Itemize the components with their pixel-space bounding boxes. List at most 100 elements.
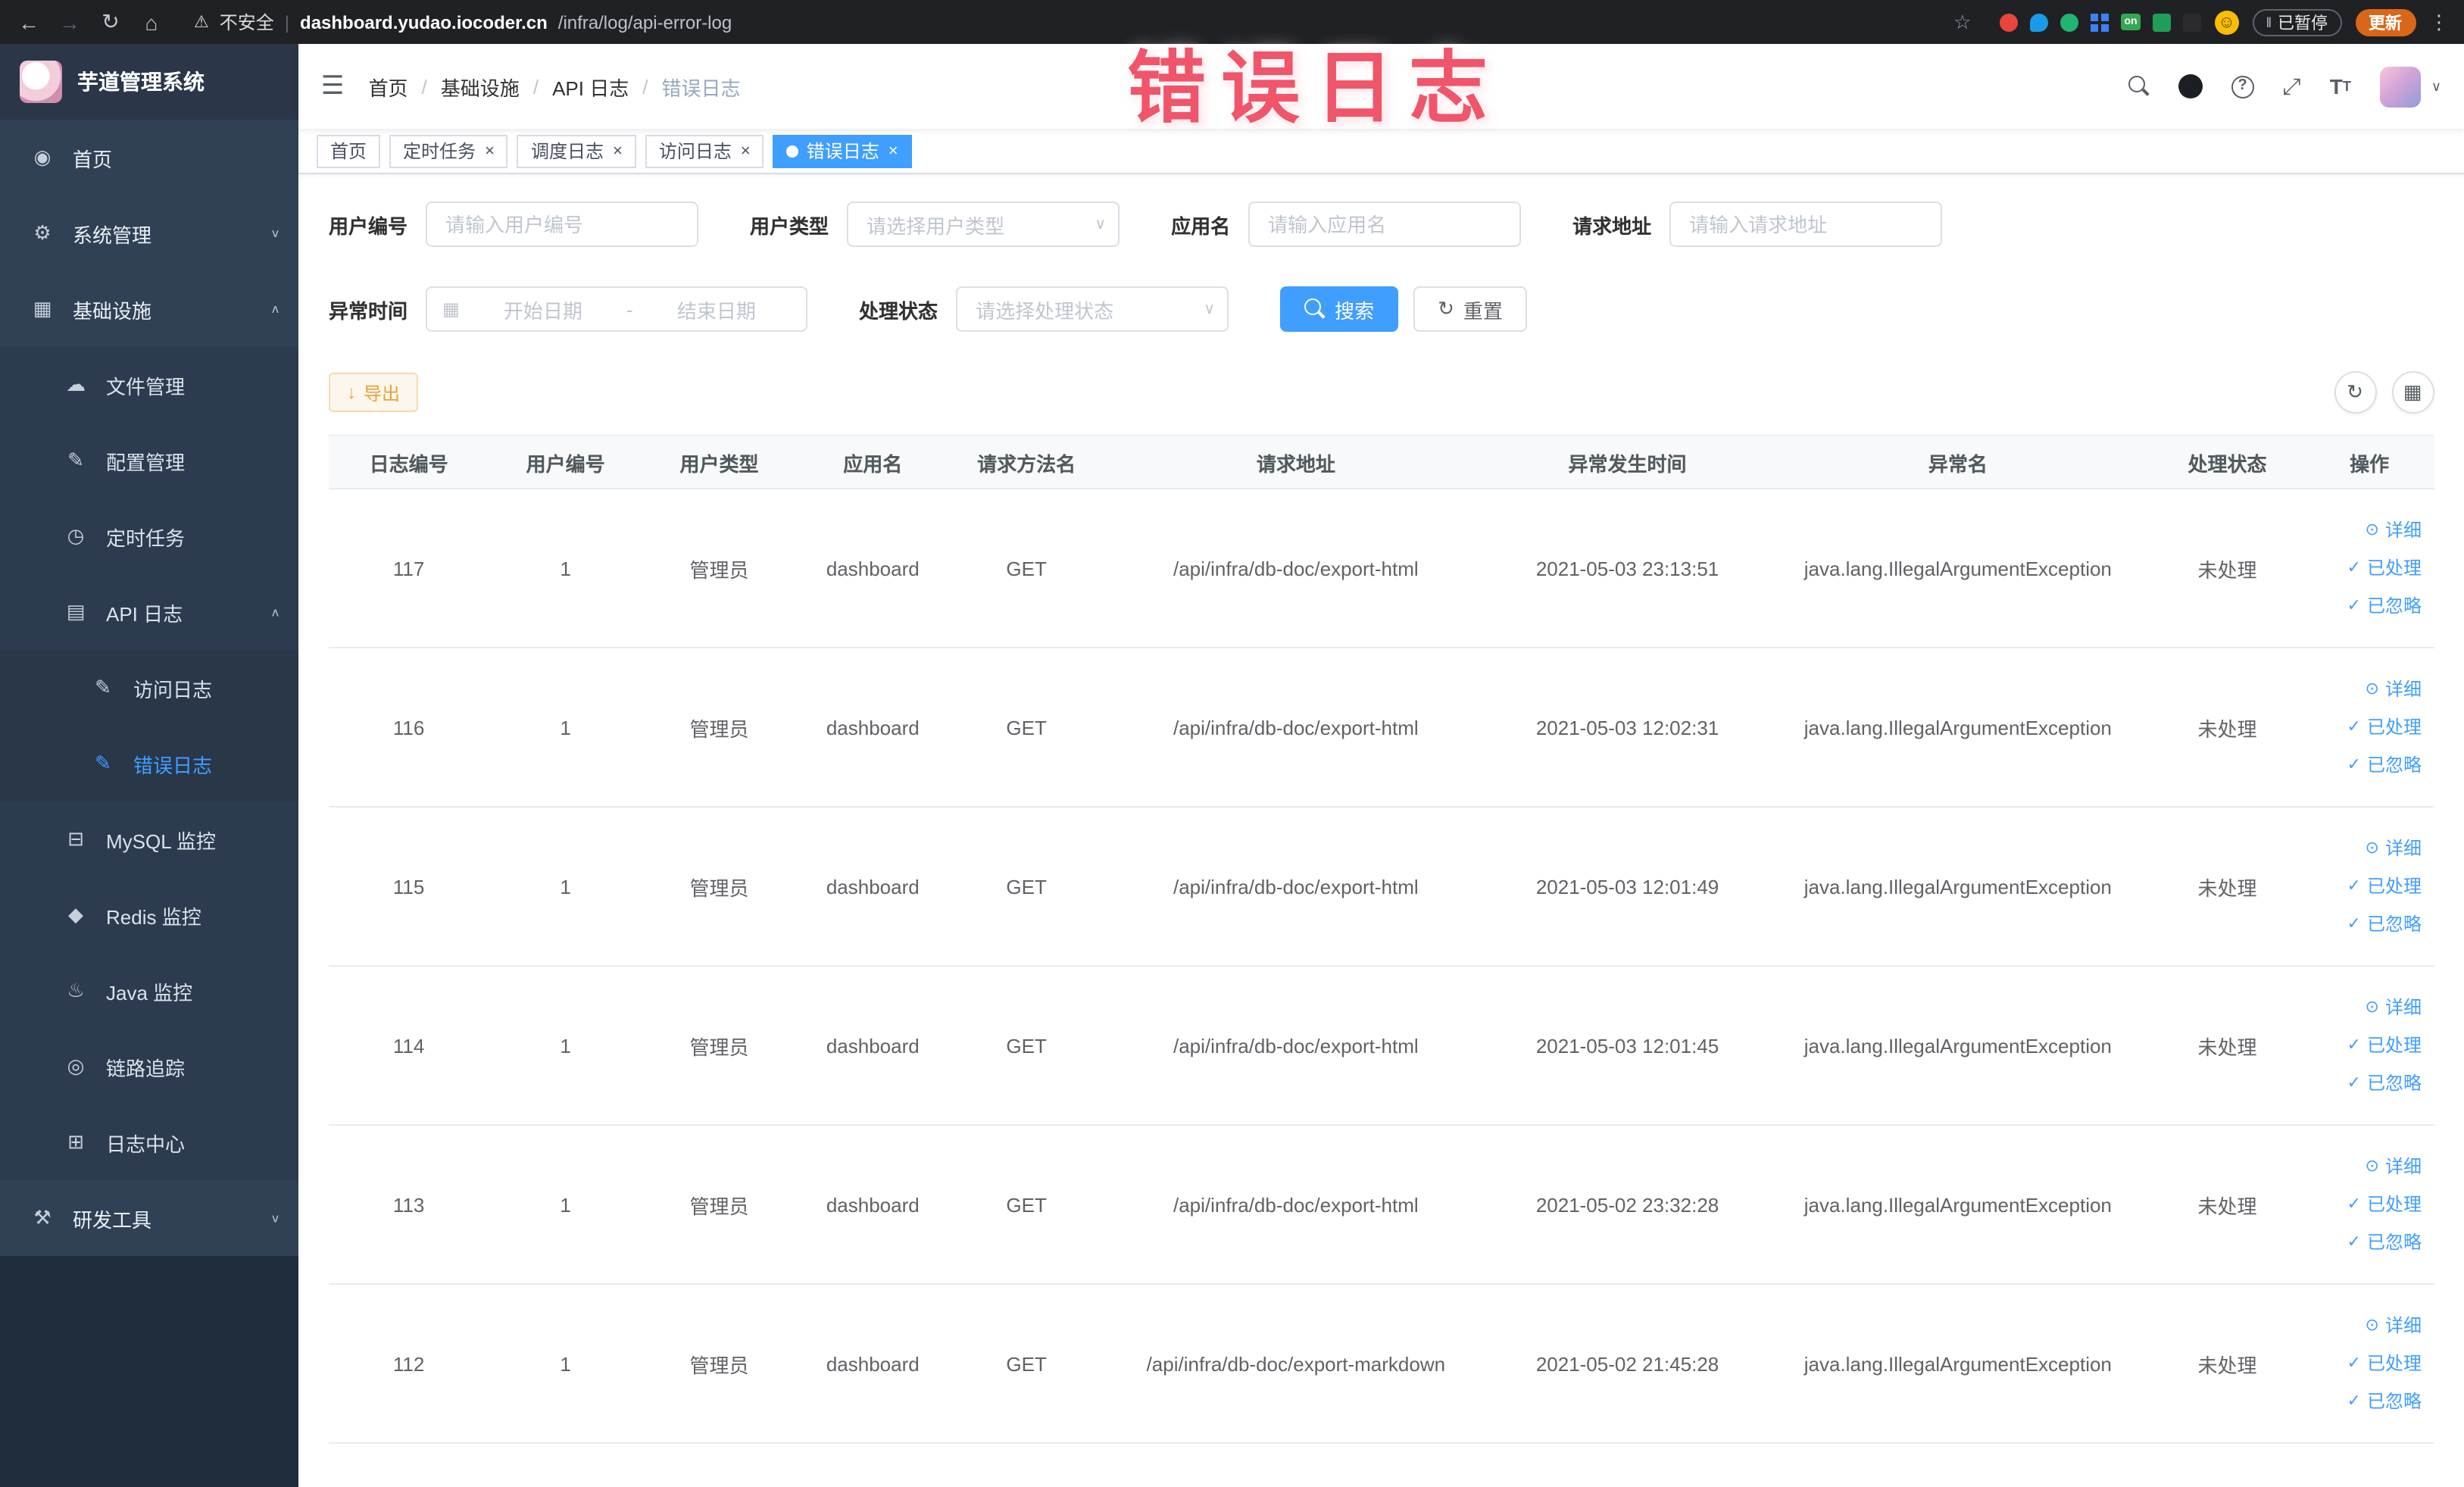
sidebar-item-trace[interactable]: ◎ 链路追踪 xyxy=(0,1029,298,1104)
tab-job-log[interactable]: 调度日志 × xyxy=(517,134,636,167)
sidebar-item-job[interactable]: ◷ 定时任务 xyxy=(0,498,298,574)
action-label: 已忽略 xyxy=(2366,1072,2422,1093)
sidebar-item-file[interactable]: ☁ 文件管理 xyxy=(0,347,298,423)
sidebar-item-system[interactable]: ⚙ 系统管理 ∨ xyxy=(0,195,298,271)
reload-icon[interactable]: ↻ xyxy=(97,9,124,35)
action-detail[interactable]: ⊙ 详细 xyxy=(2311,1148,2422,1186)
check-icon: ✓ xyxy=(2347,1195,2361,1213)
sidebar-item-home[interactable]: ◉ 首页 xyxy=(0,120,298,195)
reset-button[interactable]: ↻ 重置 xyxy=(1413,286,1527,332)
app-logo[interactable]: 芋道管理系统 xyxy=(0,44,298,120)
edit-icon: ✎ xyxy=(67,448,84,471)
user-type-select[interactable]: 请选择用户类型 ∨ xyxy=(847,201,1120,247)
cell-user-id: 1 xyxy=(489,966,643,1126)
browser-menu-icon[interactable]: ⋮ xyxy=(2429,10,2449,34)
action-processed[interactable]: ✓ 已处理 xyxy=(2311,1026,2422,1064)
tab-job[interactable]: 定时任务 × xyxy=(389,134,508,167)
action-processed[interactable]: ✓ 已处理 xyxy=(2311,708,2422,746)
date-range-picker[interactable]: ▦ 开始日期 - 结束日期 xyxy=(426,286,808,332)
action-ignored[interactable]: ✓ 已忽略 xyxy=(2311,1223,2422,1261)
warning-icon: ⚠ xyxy=(194,14,209,32)
hamburger-icon[interactable]: ☰ xyxy=(321,71,345,102)
breadcrumb-separator: / xyxy=(421,75,427,98)
download-icon: ↓ xyxy=(347,382,356,403)
cell-url: /api/infra/db-doc/export-html xyxy=(1103,1125,1489,1285)
sidebar-item-log-center[interactable]: ⊞ 日志中心 xyxy=(0,1104,298,1180)
extension-leaf-icon[interactable] xyxy=(2152,13,2171,31)
app-title: 芋道管理系统 xyxy=(77,70,205,94)
sidebar-item-config[interactable]: ✎ 配置管理 xyxy=(0,423,298,498)
tab-home[interactable]: 首页 xyxy=(317,134,381,167)
forward-icon[interactable]: → xyxy=(56,10,83,34)
breadcrumb-item[interactable]: 首页 xyxy=(369,72,408,101)
extension-puzzle-icon[interactable] xyxy=(2182,13,2201,31)
profile-avatar-icon[interactable]: ☺ xyxy=(2214,10,2239,34)
action-processed[interactable]: ✓ 已处理 xyxy=(2311,1345,2422,1382)
action-detail[interactable]: ⊙ 详细 xyxy=(2311,1307,2422,1345)
extension-grid-icon[interactable] xyxy=(2091,13,2110,31)
close-icon[interactable]: × xyxy=(741,142,751,160)
export-button[interactable]: ↓ 导出 xyxy=(329,373,419,412)
action-ignored[interactable]: ✓ 已忽略 xyxy=(2311,905,2422,943)
paused-badge[interactable]: ‖ 已暂停 xyxy=(2252,8,2341,36)
status-select[interactable]: 请选择处理状态 ∨ xyxy=(956,286,1229,332)
home-icon[interactable]: ⌂ xyxy=(138,10,165,34)
tab-access-log[interactable]: 访问日志 × xyxy=(645,134,764,167)
sidebar-item-devtools[interactable]: ⚒ 研发工具 ∨ xyxy=(0,1180,298,1256)
breadcrumb-item[interactable]: 基础设施 xyxy=(441,72,520,101)
column-header: 异常名 xyxy=(1766,435,2150,489)
sidebar-item-access-log[interactable]: ✎ 访问日志 xyxy=(0,650,298,726)
check-icon: ✓ xyxy=(2347,755,2361,773)
action-processed[interactable]: ✓ 已处理 xyxy=(2311,1186,2422,1223)
search-button[interactable]: 搜索 xyxy=(1280,286,1399,332)
extension-green-circle-icon[interactable] xyxy=(2060,13,2079,31)
breadcrumb-item[interactable]: API 日志 xyxy=(552,72,629,101)
github-icon[interactable] xyxy=(2178,74,2203,98)
close-icon[interactable]: × xyxy=(613,142,623,160)
sidebar-item-error-log[interactable]: ✎ 错误日志 xyxy=(0,726,298,801)
update-button[interactable]: 更新 xyxy=(2355,8,2416,36)
action-ignored[interactable]: ✓ 已忽略 xyxy=(2311,1382,2422,1420)
action-ignored[interactable]: ✓ 已忽略 xyxy=(2311,746,2422,784)
action-processed[interactable]: ✓ 已处理 xyxy=(2311,549,2422,587)
action-ignored[interactable]: ✓ 已忽略 xyxy=(2311,587,2422,625)
app-name-input[interactable] xyxy=(1248,201,1522,247)
toolbar-icon-buttons: ↻ ▦ xyxy=(2334,371,2434,414)
close-icon[interactable]: × xyxy=(485,142,495,160)
address-bar[interactable]: ⚠ 不安全 | dashboard.yudao.iocoder.cn/infra… xyxy=(179,5,1986,39)
sidebar-item-infra[interactable]: ▦ 基础设施 ∧ xyxy=(0,271,298,347)
close-icon[interactable]: × xyxy=(888,142,898,160)
breadcrumb-current: 错误日志 xyxy=(661,77,741,99)
action-detail[interactable]: ⊙ 详细 xyxy=(2311,989,2422,1026)
chevron-down-icon[interactable]: ∨ xyxy=(2431,78,2441,95)
font-size-icon[interactable]: TT xyxy=(2330,74,2351,98)
sidebar-item-label: 定时任务 xyxy=(106,526,186,549)
sidebar-item-redis[interactable]: ◆ Redis 监控 xyxy=(0,877,298,953)
extension-on-badge[interactable]: on xyxy=(2121,14,2141,30)
request-url-input[interactable] xyxy=(1669,201,1943,247)
fullscreen-icon[interactable]: ⤢ xyxy=(2283,73,2301,99)
refresh-button[interactable]: ↻ xyxy=(2334,371,2376,414)
action-detail[interactable]: ⊙ 详细 xyxy=(2311,670,2422,708)
extension-red-icon[interactable] xyxy=(2000,13,2019,31)
sidebar-item-java[interactable]: ♨ Java 监控 xyxy=(0,953,298,1029)
action-processed[interactable]: ✓ 已处理 xyxy=(2311,867,2422,905)
sidebar-item-api-log[interactable]: ▤ API 日志 ∧ xyxy=(0,574,298,650)
action-label: 详细 xyxy=(2384,837,2422,858)
action-label: 已忽略 xyxy=(2366,1390,2422,1411)
tab-error-log[interactable]: 错误日志 × xyxy=(773,134,912,167)
check-icon: ✓ xyxy=(2347,1073,2361,1092)
eye-icon: ⊙ xyxy=(2365,998,2379,1016)
column-settings-button[interactable]: ▦ xyxy=(2391,371,2434,414)
search-icon[interactable] xyxy=(2128,76,2150,97)
bookmark-star-icon[interactable]: ☆ xyxy=(1953,10,1971,34)
action-detail[interactable]: ⊙ 详细 xyxy=(2311,511,2422,549)
extension-drop-icon[interactable] xyxy=(2030,13,2049,31)
user-avatar[interactable] xyxy=(2379,66,2421,107)
action-ignored[interactable]: ✓ 已忽略 xyxy=(2311,1064,2422,1102)
help-icon[interactable]: ? xyxy=(2231,75,2254,98)
action-detail[interactable]: ⊙ 详细 xyxy=(2311,829,2422,867)
back-icon[interactable]: ← xyxy=(15,10,42,34)
user-id-input[interactable] xyxy=(426,201,699,247)
sidebar-item-mysql[interactable]: ⊟ MySQL 监控 xyxy=(0,801,298,877)
